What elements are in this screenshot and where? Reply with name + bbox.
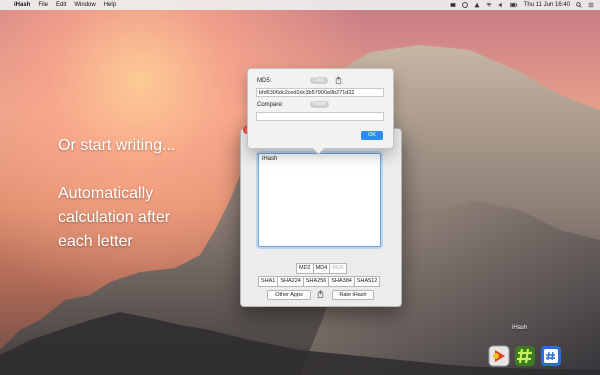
hash-result-popover: MD5: Copy bfd6306dc2ced2dc3b57900a9b271d… [247, 68, 394, 155]
sha384-button[interactable]: SHA384 [329, 276, 355, 287]
popover-share-icon[interactable] [335, 76, 342, 84]
promo-line-1: Or start writing... [58, 137, 176, 154]
share-icon[interactable] [317, 290, 324, 298]
spotlight-icon[interactable] [576, 2, 582, 8]
md5-label: MD5: [257, 78, 272, 84]
menu-help[interactable]: Help [104, 2, 116, 8]
menu-bar: iHash File Edit Window Help Thu 11 Jun 1… [0, 0, 600, 10]
menu-file[interactable]: File [38, 2, 48, 8]
md5-button[interactable]: MD5 [330, 263, 347, 274]
infuse-icon[interactable] [488, 345, 510, 367]
copy-button[interactable]: Copy [310, 77, 328, 84]
menu-edit[interactable]: Edit [56, 2, 66, 8]
promo-line-4: each letter [58, 233, 133, 250]
ihash-window: iHash MD2 MD4 MD5 SHA1 SHA224 SHA256 SHA… [240, 126, 402, 307]
ok-button[interactable]: OK [361, 131, 383, 140]
md5-output-field[interactable]: bfd6306dc2ced2dc3b57900a9b271d22 [256, 88, 384, 97]
menubar-clock[interactable]: Thu 11 Jun 16:40 [524, 2, 570, 8]
sha512-button[interactable]: SHA512 [354, 276, 381, 287]
battery-icon[interactable] [510, 2, 518, 8]
wifi-icon[interactable] [486, 2, 492, 8]
hash-input-textarea[interactable]: iHash [258, 153, 381, 247]
sha256-button[interactable]: SHA256 [303, 276, 330, 287]
sha1-button[interactable]: SHA1 [258, 276, 279, 287]
rate-ihash-button[interactable]: Rate iHash [332, 290, 374, 300]
ihash-app-icon[interactable] [540, 345, 562, 367]
algorithm-row-2: SHA1 SHA224 SHA256 SHA384 SHA512 [258, 276, 381, 287]
notification-center-icon[interactable] [588, 2, 594, 8]
menu-window[interactable]: Window [74, 2, 95, 8]
compare-input-field[interactable] [256, 112, 384, 121]
status-icon-3[interactable] [474, 2, 480, 8]
hashtag-app-icon[interactable] [514, 345, 536, 367]
md2-button[interactable]: MD2 [296, 263, 314, 274]
compare-label: Compare: [257, 102, 284, 108]
volume-icon[interactable] [498, 2, 504, 8]
algorithm-row-1: MD2 MD4 MD5 [296, 263, 347, 274]
sha224-button[interactable]: SHA224 [278, 276, 304, 287]
paste-button[interactable]: Paste [310, 101, 329, 108]
menu-app-name[interactable]: iHash [14, 2, 30, 8]
dock-app-label: iHash [512, 325, 528, 331]
promo-line-2: Automatically [58, 185, 154, 202]
promo-line-3: calculation after [58, 209, 171, 226]
md4-button[interactable]: MD4 [313, 263, 331, 274]
other-apps-button[interactable]: Other Apps [267, 290, 311, 300]
status-icon-2[interactable] [461, 2, 468, 8]
status-icon-1[interactable] [450, 2, 456, 8]
